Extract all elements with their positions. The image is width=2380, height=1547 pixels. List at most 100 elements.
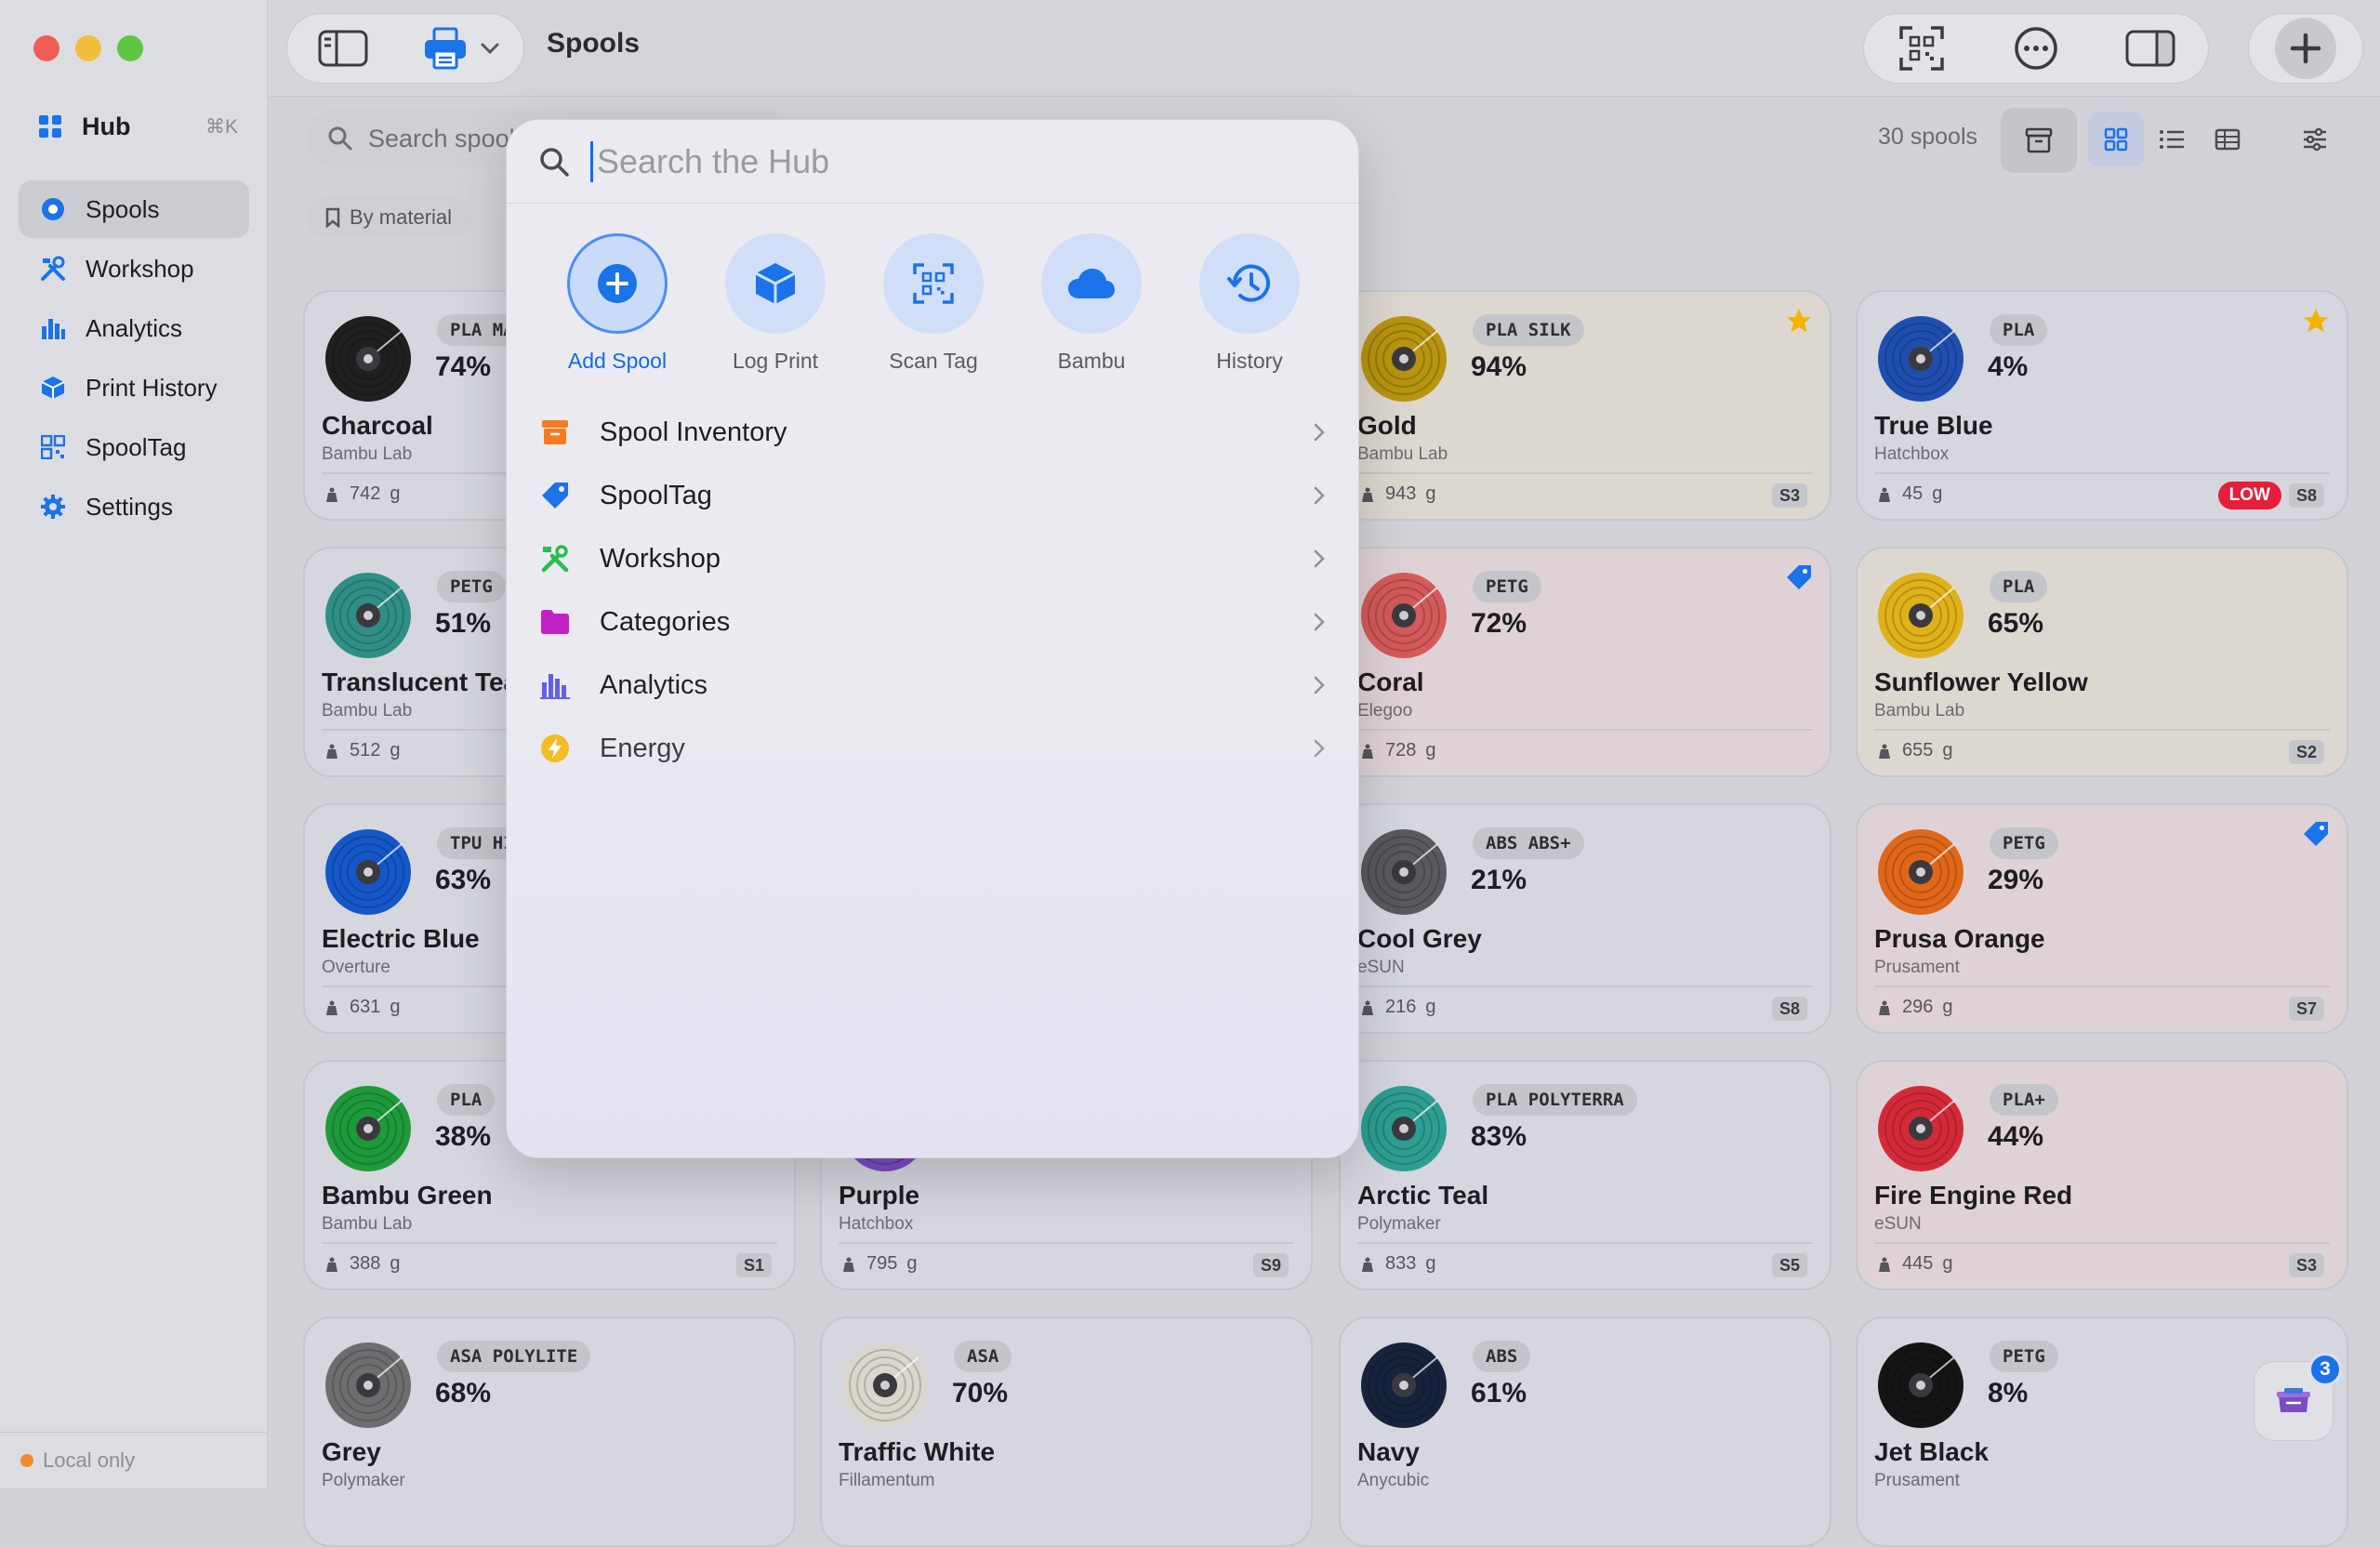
sidebar-item-workshop[interactable]: Workshop xyxy=(19,240,249,298)
spool-card[interactable]: ASA 70% Traffic White Fillamentum xyxy=(820,1316,1313,1547)
ams-slot-badge: S7 xyxy=(2288,997,2324,1021)
grid-icon xyxy=(39,115,61,138)
tag-icon[interactable] xyxy=(1785,563,1813,591)
spool-card[interactable]: PETG 72% Coral Elegoo 728 g xyxy=(1339,547,1831,777)
action-label: Bambu xyxy=(1057,349,1126,373)
remaining-percent: 21% xyxy=(1471,865,1527,895)
hub-item-categories[interactable]: Categories xyxy=(538,590,1329,654)
ams-slot-badge: S3 xyxy=(1771,483,1807,508)
sidebar-item-label: Print History xyxy=(86,373,218,402)
spool-card[interactable]: ASA POLYLITE 68% Grey Polymaker xyxy=(303,1316,796,1547)
sidebar-item-print-history[interactable]: Print History xyxy=(19,359,249,416)
history-action[interactable]: History xyxy=(1170,233,1329,374)
star-icon[interactable] xyxy=(2302,307,2330,335)
list-view-button[interactable] xyxy=(2144,112,2200,167)
scan-tag-action[interactable]: Scan Tag xyxy=(854,233,1012,374)
spool-weight: 388 g xyxy=(324,1253,401,1275)
spool-count: 30 spools xyxy=(1878,124,1978,150)
chevron-right-icon xyxy=(1314,423,1325,442)
printer-menu-button[interactable] xyxy=(398,13,523,84)
spool-card[interactable]: PLA 65% Sunflower Yellow Bambu Lab 655 g S2 xyxy=(1856,547,2348,777)
spool-card[interactable]: ABS ABS+ 21% Cool Grey eSUN 216 g S8 xyxy=(1339,803,1831,1034)
hub-item-workshop[interactable]: Workshop xyxy=(538,527,1329,590)
divider xyxy=(1874,729,2330,731)
spool-brand: Anycubic xyxy=(1357,1471,1430,1490)
cloud-icon xyxy=(1041,233,1142,334)
minimize-window-button[interactable] xyxy=(75,35,101,61)
hub-search-input[interactable] xyxy=(590,140,1297,182)
spool-icon xyxy=(1878,573,1964,658)
spool-weight: 728 g xyxy=(1359,740,1436,761)
sidebar-item-hub[interactable]: Hub ⌘K xyxy=(37,108,238,145)
spool-weight: 943 g xyxy=(1359,483,1436,505)
group-by-chip[interactable]: By material xyxy=(307,197,471,238)
sidebar-item-spools[interactable]: Spools xyxy=(19,180,249,238)
material-badge: ABS xyxy=(1473,1341,1531,1372)
ams-slot-badge: S2 xyxy=(2288,740,2324,764)
toggle-sidebar-button[interactable] xyxy=(287,13,398,84)
spool-weight: 833 g xyxy=(1359,1253,1436,1275)
cube-icon xyxy=(725,233,826,334)
hub-item-energy[interactable]: Energy xyxy=(538,717,1329,780)
spool-card[interactable]: PETG 29% Prusa Orange Prusament 296 g S7 xyxy=(1856,803,2348,1034)
remaining-percent: 74% xyxy=(435,351,492,382)
inspector-toggle-icon xyxy=(2125,30,2175,67)
hub-item-analytics[interactable]: Analytics xyxy=(538,654,1329,717)
grid-view-button[interactable] xyxy=(2088,112,2144,167)
hub-item-spool-inventory[interactable]: Spool Inventory xyxy=(538,401,1329,464)
remaining-percent: 63% xyxy=(435,865,492,895)
table-view-button[interactable] xyxy=(2200,112,2255,167)
scan-tag-button[interactable] xyxy=(1864,14,1978,83)
spool-card[interactable]: PLA POLYTERRA 83% Arctic Teal Polymaker 833 g… xyxy=(1339,1060,1831,1290)
sidebar-item-settings[interactable]: Settings xyxy=(19,478,249,536)
qr-scan-icon xyxy=(883,233,984,334)
zoom-window-button[interactable] xyxy=(117,35,143,61)
spool-weight: 216 g xyxy=(1359,997,1436,1018)
weight-value: 795 xyxy=(866,1253,898,1274)
spool-weight: 445 g xyxy=(1876,1253,1953,1275)
tag-icon[interactable] xyxy=(2302,820,2330,848)
spool-brand: eSUN xyxy=(1357,958,1405,977)
remaining-percent: 65% xyxy=(1988,608,2044,639)
add-spool-toolbar-button[interactable] xyxy=(2248,13,2363,84)
spool-tray-button[interactable]: 3 xyxy=(2254,1353,2342,1441)
spool-card[interactable]: PLA SILK 94% Gold Bambu Lab 943 g S3 xyxy=(1339,290,1831,521)
divider xyxy=(1874,1242,2330,1244)
spool-weight: 45 g xyxy=(1876,483,1942,505)
bambu-action[interactable]: Bambu xyxy=(1012,233,1170,374)
hub-item-spooltag[interactable]: SpoolTag xyxy=(538,464,1329,527)
list-icon xyxy=(2160,130,2184,149)
log-print-action[interactable]: Log Print xyxy=(696,233,854,374)
spool-name: Coral xyxy=(1357,668,1424,696)
close-window-button[interactable] xyxy=(33,35,60,61)
spool-name: Purple xyxy=(839,1181,920,1210)
scale-icon xyxy=(1362,487,1373,502)
star-icon[interactable] xyxy=(1785,307,1813,335)
weight-value: 45 xyxy=(1902,483,1924,504)
material-badge: PLA xyxy=(437,1084,496,1116)
add-spool-action[interactable]: Add Spool xyxy=(538,233,696,374)
material-badge: PETG xyxy=(1990,1341,2058,1372)
remaining-percent: 70% xyxy=(952,1378,1009,1408)
chevron-right-icon xyxy=(1314,613,1325,631)
sidebar-item-analytics[interactable]: Analytics xyxy=(19,299,249,357)
spool-brand: Hatchbox xyxy=(1874,444,1950,464)
spool-icon xyxy=(1878,316,1964,402)
spool-icon xyxy=(1361,573,1447,658)
more-options-button[interactable] xyxy=(1978,14,2093,83)
sidebar-item-label: Settings xyxy=(86,492,173,521)
weight-value: 833 xyxy=(1385,1253,1417,1274)
spool-weight: 742 g xyxy=(324,483,401,505)
toggle-inspector-button[interactable] xyxy=(2094,14,2208,83)
material-badge: PLA+ xyxy=(1990,1084,2058,1116)
filter-button[interactable] xyxy=(2287,112,2343,167)
weight-value: 728 xyxy=(1385,740,1417,760)
spool-card[interactable]: PLA+ 44% Fire Engine Red eSUN 445 g S3 xyxy=(1856,1060,2348,1290)
spool-card[interactable]: ABS 61% Navy Anycubic xyxy=(1339,1316,1831,1547)
spool-brand: eSUN xyxy=(1874,1214,1922,1234)
archive-button[interactable] xyxy=(2001,108,2077,173)
grid-icon xyxy=(2104,127,2128,152)
sidebar-item-spooltag[interactable]: SpoolTag xyxy=(19,418,249,476)
spool-card[interactable]: PLA 4% True Blue Hatchbox 45 g S8 LOW xyxy=(1856,290,2348,521)
tag-icon xyxy=(538,479,572,512)
